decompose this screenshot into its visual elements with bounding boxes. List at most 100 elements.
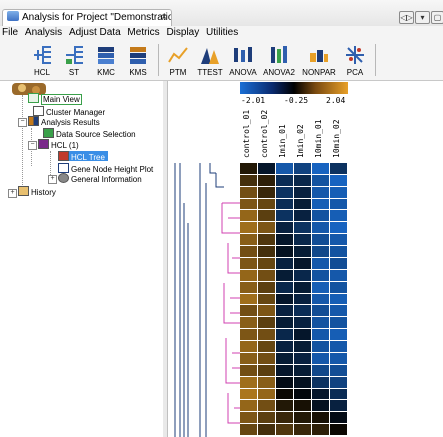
heatmap-cell[interactable]: [276, 329, 293, 341]
heatmap-cell[interactable]: [240, 305, 257, 317]
heatmap-cell[interactable]: [312, 305, 329, 317]
heatmap-cell[interactable]: [330, 163, 347, 174]
heatmap-cell[interactable]: [294, 210, 311, 222]
heatmap-cell[interactable]: [240, 234, 257, 246]
tree-general-information[interactable]: General Information: [58, 173, 142, 184]
heatmap-cell[interactable]: [240, 198, 257, 210]
heatmap-cell[interactable]: [276, 341, 293, 352]
collapse-analysis-results[interactable]: −: [18, 118, 27, 127]
heatmap-cell[interactable]: [276, 317, 293, 329]
heatmap-cell[interactable]: [312, 293, 329, 305]
heatmap-cell[interactable]: [240, 293, 257, 305]
expand-history[interactable]: +: [8, 189, 17, 198]
heatmap-cell[interactable]: [240, 329, 257, 341]
heatmap-cell[interactable]: [258, 305, 275, 317]
heatmap-cell[interactable]: [240, 163, 257, 174]
tree-main-view[interactable]: Main View: [28, 93, 82, 105]
heatmap-cell[interactable]: [276, 352, 293, 364]
heatmap-cell[interactable]: [312, 186, 329, 198]
heatmap-cell[interactable]: [330, 257, 347, 269]
heatmap-cell[interactable]: [330, 186, 347, 198]
heatmap-cell[interactable]: [258, 400, 275, 412]
heatmap-cell[interactable]: [294, 257, 311, 269]
ttest-button[interactable]: TTEST: [195, 42, 225, 78]
heatmap-cell[interactable]: [330, 317, 347, 329]
heatmap-cell[interactable]: [258, 246, 275, 257]
heatmap-cell[interactable]: [312, 281, 329, 293]
heatmap-cell[interactable]: [294, 293, 311, 305]
heatmap-cell[interactable]: [330, 412, 347, 424]
heatmap-cell[interactable]: [258, 174, 275, 186]
heatmap-cell[interactable]: [294, 281, 311, 293]
heatmap-cell[interactable]: [240, 281, 257, 293]
heatmap-cell[interactable]: [294, 234, 311, 246]
heatmap-cell[interactable]: [330, 246, 347, 257]
heatmap-cell[interactable]: [258, 364, 275, 376]
heatmap-cell[interactable]: [276, 305, 293, 317]
panel-splitter[interactable]: [163, 81, 168, 437]
heatmap-cell[interactable]: [240, 424, 257, 435]
heatmap-cell[interactable]: [240, 246, 257, 257]
heatmap-cell[interactable]: [258, 186, 275, 198]
tree-hcl[interactable]: HCL (1): [38, 139, 79, 150]
heatmap-cell[interactable]: [330, 364, 347, 376]
heatmap-cell[interactable]: [276, 198, 293, 210]
heatmap-cell[interactable]: [312, 329, 329, 341]
heatmap-cell[interactable]: [240, 388, 257, 400]
heatmap-cell[interactable]: [294, 198, 311, 210]
anova-button[interactable]: ANOVA: [228, 42, 258, 78]
collapse-hcl[interactable]: −: [28, 141, 37, 150]
heatmap-cell[interactable]: [330, 388, 347, 400]
heatmap-cell[interactable]: [240, 210, 257, 222]
heatmap-cell[interactable]: [312, 364, 329, 376]
heatmap-cell[interactable]: [312, 317, 329, 329]
heatmap-cell[interactable]: [312, 376, 329, 388]
heatmap-cell[interactable]: [330, 281, 347, 293]
heatmap-cell[interactable]: [258, 352, 275, 364]
heatmap-cell[interactable]: [276, 210, 293, 222]
heatmap-cell[interactable]: [258, 317, 275, 329]
tree-gene-node-height-plot[interactable]: Gene Node Height Plot: [58, 163, 153, 174]
heatmap-cell[interactable]: [294, 305, 311, 317]
heatmap-cell[interactable]: [294, 317, 311, 329]
heatmap-cell[interactable]: [330, 341, 347, 352]
anova2-button[interactable]: ANOVA2: [262, 42, 296, 78]
heatmap-cell[interactable]: [240, 174, 257, 186]
heatmap-cell[interactable]: [294, 163, 311, 174]
heatmap-cell[interactable]: [258, 424, 275, 435]
heatmap-cell[interactable]: [276, 424, 293, 435]
scroll-tabs-button[interactable]: ◁▷: [399, 11, 414, 24]
heatmap-cell[interactable]: [294, 400, 311, 412]
heatmap-cell[interactable]: [330, 329, 347, 341]
ptm-button[interactable]: PTM: [163, 42, 193, 78]
heatmap-cell[interactable]: [258, 234, 275, 246]
heatmap-cell[interactable]: [294, 424, 311, 435]
heatmap-cell[interactable]: [240, 186, 257, 198]
heatmap-cell[interactable]: [312, 163, 329, 174]
heatmap-cell[interactable]: [258, 293, 275, 305]
heatmap-cell[interactable]: [294, 388, 311, 400]
tree-cluster-manager[interactable]: Cluster Manager: [33, 106, 105, 117]
heatmap-cell[interactable]: [240, 412, 257, 424]
menu-metrics[interactable]: Metrics: [127, 27, 159, 38]
heatmap-cell[interactable]: [294, 329, 311, 341]
heatmap-cell[interactable]: [258, 388, 275, 400]
heatmap-cell[interactable]: [258, 269, 275, 281]
heatmap-cell[interactable]: [312, 352, 329, 364]
heatmap-cell[interactable]: [276, 412, 293, 424]
heatmap-cell[interactable]: [330, 293, 347, 305]
heatmap-cell[interactable]: [276, 186, 293, 198]
heatmap-cell[interactable]: [312, 269, 329, 281]
heatmap-cell[interactable]: [240, 317, 257, 329]
heatmap-cell[interactable]: [240, 222, 257, 234]
heatmap-cell[interactable]: [330, 376, 347, 388]
tree-hcl-tree[interactable]: HCL Tree: [58, 151, 108, 162]
heatmap-cell[interactable]: [276, 269, 293, 281]
expand-general-information[interactable]: +: [48, 175, 57, 184]
heatmap-cell[interactable]: [330, 210, 347, 222]
heatmap-cell[interactable]: [240, 364, 257, 376]
menu-utilities[interactable]: Utilities: [206, 27, 238, 38]
heatmap-cell[interactable]: [276, 388, 293, 400]
heatmap-cell[interactable]: [330, 269, 347, 281]
heatmap-cell[interactable]: [294, 412, 311, 424]
